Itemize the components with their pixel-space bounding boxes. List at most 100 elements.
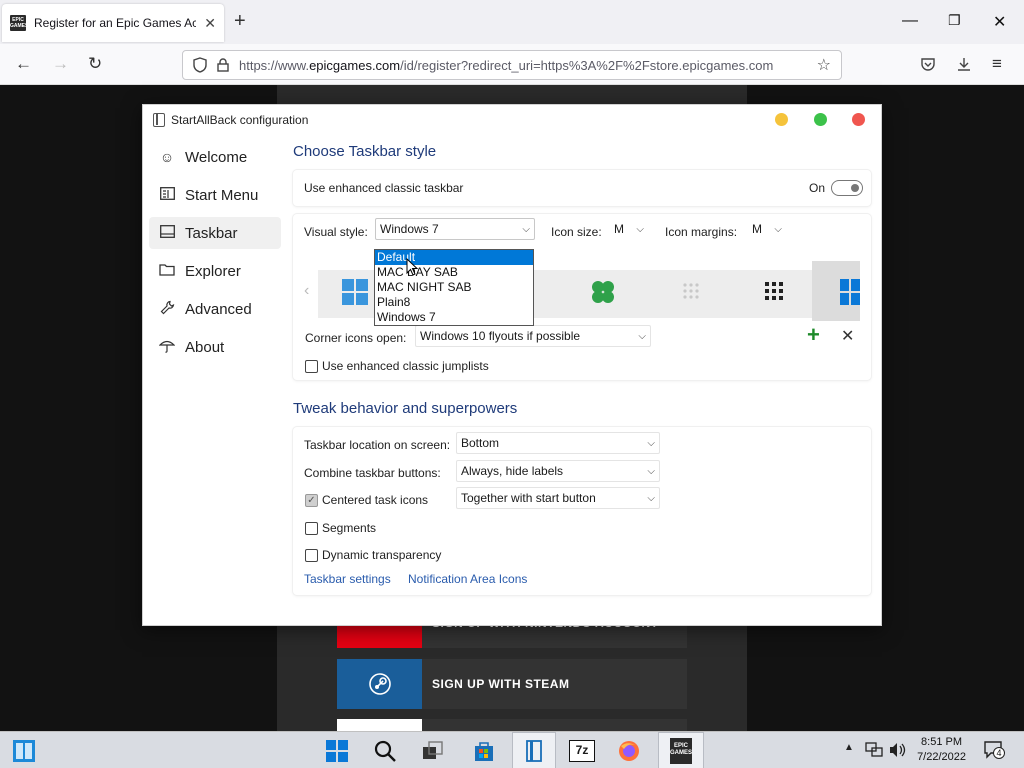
close-window-button[interactable]: ✕ xyxy=(993,12,1006,32)
taskbar-settings-link[interactable]: Taskbar settings xyxy=(304,572,391,586)
startallback-taskbar-button[interactable] xyxy=(512,732,556,768)
close-tab-icon[interactable]: ✕ xyxy=(204,15,216,32)
jumplists-checkbox[interactable] xyxy=(305,359,318,373)
store-icon xyxy=(475,741,493,761)
corner-icons-label: Corner icons open: xyxy=(305,331,407,345)
dynamic-transparency-checkbox[interactable] xyxy=(305,548,318,562)
forward-icon[interactable]: → xyxy=(52,54,69,74)
steam-icon xyxy=(337,659,422,709)
add-icon[interactable]: + xyxy=(807,322,820,348)
chevron-down-icon: ⌵ xyxy=(647,492,655,504)
volume-icon[interactable] xyxy=(889,742,907,758)
menu-icon[interactable]: ≡ xyxy=(992,54,1002,74)
browser-tabbar: EPIC GAMES Register for an Epic Games Ac… xyxy=(0,0,1024,44)
7zip-button[interactable]: 7z xyxy=(564,732,600,768)
style-option-mac-night[interactable]: MAC NIGHT SAB xyxy=(375,280,533,295)
search-button[interactable] xyxy=(370,732,400,768)
segments-checkbox-row[interactable]: Segments xyxy=(305,521,376,535)
download-icon[interactable] xyxy=(956,56,972,72)
back-icon[interactable]: ← xyxy=(15,54,32,74)
content-area: Choose Taskbar style Use enhanced classi… xyxy=(293,143,871,595)
style-option-mac-day[interactable]: MAC DAY SAB xyxy=(375,265,533,280)
sidebar-item-explorer[interactable]: Explorer xyxy=(149,255,281,287)
url-text[interactable]: https://www.epicgames.com/id/register?re… xyxy=(239,58,807,73)
startallback-window: StartAllBack configuration ☺ Welcome Sta… xyxy=(142,104,882,626)
visual-style-label: Visual style: xyxy=(304,225,368,239)
sidebar-item-taskbar[interactable]: Taskbar xyxy=(149,217,281,249)
combine-label: Combine taskbar buttons: xyxy=(304,466,441,480)
shield-icon[interactable] xyxy=(193,57,207,73)
sidebar-item-welcome[interactable]: ☺ Welcome xyxy=(149,141,281,173)
network-icon[interactable] xyxy=(865,742,883,758)
sidebar-item-about[interactable]: About xyxy=(149,331,281,363)
task-view-icon xyxy=(423,740,443,759)
browser-tab[interactable]: EPIC GAMES Register for an Epic Games Ac… xyxy=(2,4,224,42)
windows10-logo-icon[interactable] xyxy=(840,279,860,305)
chevron-down-icon: ⌵ xyxy=(636,223,644,235)
store-button[interactable] xyxy=(468,732,500,768)
lock-icon[interactable] xyxy=(217,58,229,72)
chevron-down-icon: ⌵ xyxy=(647,437,655,449)
pocket-icon[interactable] xyxy=(920,56,936,72)
behavior-heading: Tweak behavior and superpowers xyxy=(293,400,518,417)
reload-icon[interactable]: ↻ xyxy=(88,54,102,74)
enhanced-taskbar-toggle[interactable] xyxy=(831,180,863,196)
new-tab-button[interactable]: + xyxy=(234,10,246,33)
style-option-plain8[interactable]: Plain8 xyxy=(375,295,533,310)
icon-margins-select[interactable]: M ⌵ xyxy=(747,218,787,240)
segments-checkbox[interactable] xyxy=(305,521,318,535)
system-clock[interactable]: 8:51 PM 7/22/2022 xyxy=(917,735,966,765)
minimize-dot-button[interactable] xyxy=(775,113,788,126)
clover-icon[interactable] xyxy=(590,279,616,305)
sidebar-item-start-menu[interactable]: Start Menu xyxy=(149,179,281,211)
minimize-button[interactable]: — xyxy=(902,12,918,30)
epic-favicon-icon: EPIC GAMES xyxy=(10,15,29,31)
notification-center-button[interactable]: 4 xyxy=(984,741,1005,762)
icon-size-select[interactable]: M ⌵ xyxy=(609,218,649,240)
address-bar[interactable]: https://www.epicgames.com/id/register?re… xyxy=(182,50,842,80)
task-view-button[interactable] xyxy=(418,732,448,768)
start-button[interactable] xyxy=(322,732,352,768)
style-option-windows7[interactable]: Windows 7 xyxy=(375,310,533,325)
clock-date: 7/22/2022 xyxy=(917,751,966,763)
bookmark-star-icon[interactable]: ☆ xyxy=(817,55,831,75)
centered-select[interactable]: Together with start button ⌵ xyxy=(456,487,660,509)
windows11-logo-icon[interactable] xyxy=(342,279,368,305)
icon-size-label: Icon size: xyxy=(551,225,602,239)
wrench-icon xyxy=(159,300,175,318)
start-menu-icon xyxy=(159,187,175,203)
signup-steam-button[interactable]: SIGN UP WITH STEAM xyxy=(337,659,687,709)
smile-icon: ☺ xyxy=(159,149,175,165)
icon-margins-label: Icon margins: xyxy=(665,225,738,239)
corner-icons-select[interactable]: Windows 10 flyouts if possible ⌵ xyxy=(415,325,651,347)
epic-games-button[interactable]: EPIC GAMES xyxy=(658,732,704,768)
centered-checkbox-row[interactable]: ✓ Centered task icons xyxy=(305,493,428,507)
enhanced-taskbar-label: Use enhanced classic taskbar xyxy=(304,181,464,195)
visual-style-dropdown[interactable]: Default MAC DAY SAB MAC NIGHT SAB Plain8… xyxy=(374,249,534,326)
firefox-button[interactable] xyxy=(612,732,646,768)
centered-checkbox[interactable]: ✓ xyxy=(305,493,318,507)
window-titlebar: StartAllBack configuration xyxy=(153,113,308,127)
show-hidden-icons-button[interactable]: ▲ xyxy=(844,742,854,753)
grid-dots-dark-icon[interactable] xyxy=(764,281,784,301)
folder-icon xyxy=(159,263,175,279)
enhanced-taskbar-card: Use enhanced classic taskbar On xyxy=(293,170,871,206)
visual-style-select[interactable]: Windows 7 ⌵ xyxy=(375,218,535,240)
close-dot-button[interactable] xyxy=(852,113,865,126)
location-select[interactable]: Bottom ⌵ xyxy=(456,432,660,454)
combine-select[interactable]: Always, hide labels ⌵ xyxy=(456,460,660,482)
notification-area-icons-link[interactable]: Notification Area Icons xyxy=(408,572,527,586)
dynamic-transparency-checkbox-row[interactable]: Dynamic transparency xyxy=(305,548,441,562)
restore-button[interactable]: ❐ xyxy=(948,12,961,29)
jumplists-checkbox-row[interactable]: Use enhanced classic jumplists xyxy=(305,359,489,373)
show-desktop-button[interactable] xyxy=(10,732,38,768)
style-option-default[interactable]: Default xyxy=(375,250,533,265)
chevron-left-icon[interactable]: ‹ xyxy=(304,282,309,300)
maximize-dot-button[interactable] xyxy=(814,113,827,126)
sidebar-item-advanced[interactable]: Advanced xyxy=(149,293,281,325)
chevron-down-icon: ⌵ xyxy=(522,223,530,235)
grid-dots-light-icon[interactable] xyxy=(682,282,700,300)
sidebar: ☺ Welcome Start Menu Taskbar Explorer Ad… xyxy=(149,141,281,369)
signup-next-button[interactable] xyxy=(337,719,687,731)
close-icon[interactable]: ✕ xyxy=(841,326,854,346)
